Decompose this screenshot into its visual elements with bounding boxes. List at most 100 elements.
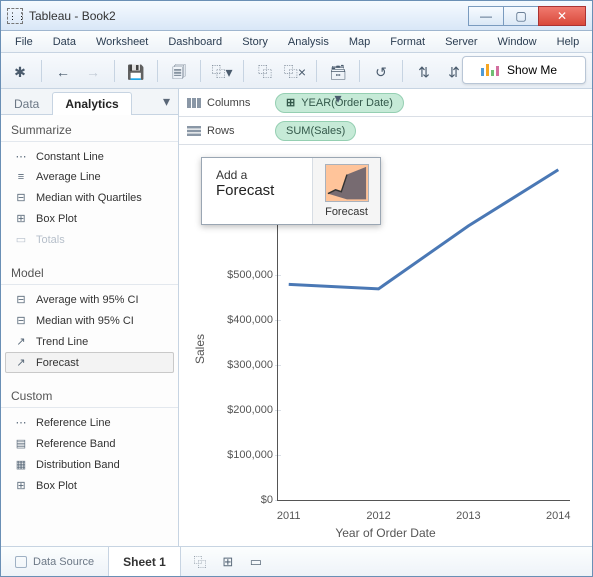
rows-shelf[interactable]: Rows SUM(Sales)	[179, 117, 592, 145]
tab-data[interactable]: Data	[1, 92, 52, 115]
average-line-icon: ≡	[14, 171, 28, 183]
clear-sheet-button[interactable]: ⿻×	[282, 58, 308, 84]
label: Reference Band	[36, 438, 116, 450]
menu-story[interactable]: Story	[234, 34, 276, 50]
x-tick: 2011	[277, 510, 301, 522]
new-tab-icons: ⿻ ⊞ ▭	[181, 547, 275, 576]
model-avg-95ci[interactable]: ⊟ Average with 95% CI	[5, 289, 174, 310]
label: Median with 95% CI	[36, 315, 134, 327]
y-tick: $200,000	[215, 404, 273, 416]
label: Average Line	[36, 171, 101, 183]
window-controls: — ▢ ✕	[469, 6, 586, 26]
bottom-bar: Data Source Sheet 1 ⿻ ⊞ ▭	[1, 546, 592, 576]
custom-reference-line[interactable]: ⋯Reference Line	[5, 412, 174, 433]
show-me-button[interactable]: Show Me	[462, 56, 586, 84]
toolbar: ✱ ← → 💾 🗐 ⿻▾ ⿻ ⿻× 🗃▾ ↺ ⇅ ⇵ Show Me	[1, 53, 592, 89]
show-me-label: Show Me	[507, 63, 557, 77]
columns-icon	[187, 98, 201, 108]
x-tick: 2014	[546, 510, 570, 522]
ref-band-icon: ▤	[14, 437, 28, 450]
menu-data[interactable]: Data	[45, 34, 84, 50]
new-worksheet-icon[interactable]: ⿻	[187, 552, 213, 571]
summarize-median-quartiles[interactable]: ⊟Median with Quartiles	[5, 187, 174, 208]
forward-button[interactable]: →	[80, 58, 106, 84]
avg-ci-icon: ⊟	[14, 293, 28, 306]
section-model: Model	[1, 258, 178, 285]
titlebar: ⋮⋮ Tableau - Book2 — ▢ ✕	[1, 1, 592, 31]
columns-shelf[interactable]: Columns ⊞YEAR(Order Date)	[179, 89, 592, 117]
section-summarize: Summarize	[1, 115, 178, 142]
menu-analysis[interactable]: Analysis	[280, 34, 337, 50]
rows-pill[interactable]: SUM(Sales)	[275, 121, 356, 141]
maximize-button[interactable]: ▢	[503, 6, 539, 26]
new-story-icon[interactable]: ▭	[243, 554, 269, 570]
x-tick: 2012	[366, 510, 390, 522]
menu-format[interactable]: Format	[382, 34, 433, 50]
menu-help[interactable]: Help	[549, 34, 588, 50]
label: Box Plot	[36, 480, 77, 492]
custom-reference-band[interactable]: ▤ Reference Band	[5, 433, 174, 454]
back-button[interactable]: ←	[50, 58, 76, 84]
menu-map[interactable]: Map	[341, 34, 378, 50]
summarize-box-plot[interactable]: ⊞ Box Plot	[5, 208, 174, 229]
show-me-icon	[481, 64, 499, 76]
label: Box Plot	[36, 213, 77, 225]
forecast-drop-tooltip[interactable]: Add a Forecast Forecast	[201, 157, 381, 225]
sort-asc-button[interactable]: ⇅	[411, 58, 437, 84]
model-forecast[interactable]: ↗ Forecast	[5, 352, 174, 373]
save-button[interactable]: 💾	[123, 58, 149, 84]
sheet-tab[interactable]: Sheet 1	[109, 547, 181, 576]
summarize-totals[interactable]: ▭ Totals	[5, 229, 174, 250]
menu-dashboard[interactable]: Dashboard	[160, 34, 230, 50]
columns-label: Columns	[187, 97, 265, 109]
menubar: File Data Worksheet Dashboard Story Anal…	[1, 31, 592, 53]
data-source-tab[interactable]: Data Source	[1, 547, 109, 576]
sidebar-dropdown[interactable]: ▾	[155, 89, 178, 114]
trend-icon: ↗	[14, 335, 28, 348]
pill-text: YEAR(Order Date)	[301, 97, 393, 109]
menu-window[interactable]: Window	[490, 34, 545, 50]
label: Forecast	[36, 357, 79, 369]
new-dashboard-icon[interactable]: ⊞	[215, 554, 241, 570]
undo-button[interactable]: ↺	[368, 58, 394, 84]
menu-server[interactable]: Server	[437, 34, 485, 50]
x-tick: 2013	[456, 510, 480, 522]
menu-file[interactable]: File	[7, 34, 41, 50]
tooltip-line1: Add a	[216, 168, 300, 182]
rows-label: Rows	[187, 125, 265, 137]
label: Totals	[36, 234, 65, 246]
swap-button[interactable]: 🗃▾	[325, 58, 351, 84]
new-worksheet-button[interactable]: ⿻▾	[209, 58, 235, 84]
sidebar: Data Analytics ▾ Summarize ⋯ Constant Lin…	[1, 89, 179, 546]
data-source-label: Data Source	[33, 556, 94, 568]
new-data-source-button[interactable]: 🗐	[166, 58, 192, 84]
y-tick: $0	[215, 494, 273, 506]
y-tick: $100,000	[215, 449, 273, 461]
forecast-drop-target[interactable]: Forecast	[312, 158, 380, 224]
constant-line-icon: ⋯	[14, 150, 28, 163]
tab-analytics[interactable]: Analytics	[52, 92, 131, 115]
box-plot-icon: ⊞	[14, 212, 28, 225]
close-button[interactable]: ✕	[538, 6, 586, 26]
app-icon: ⋮⋮	[7, 8, 23, 24]
summarize-average-line[interactable]: ≡ Average Line	[5, 167, 174, 187]
totals-icon: ▭	[14, 233, 28, 246]
rows-icon	[187, 126, 201, 136]
duplicate-button[interactable]: ⿻	[252, 58, 278, 84]
menu-worksheet[interactable]: Worksheet	[88, 34, 156, 50]
forecast-icon: ↗	[14, 356, 28, 369]
minimize-button[interactable]: —	[468, 6, 504, 26]
label: Distribution Band	[36, 459, 120, 471]
summarize-constant-line[interactable]: ⋯ Constant Line	[5, 146, 174, 167]
custom-distribution-band[interactable]: ▦Distribution Band	[5, 454, 174, 475]
x-axis-label: Year of Order Date	[335, 526, 435, 540]
model-median-95ci[interactable]: ⊟Median with 95% CI	[5, 310, 174, 331]
label: Constant Line	[36, 151, 104, 163]
model-trend-line[interactable]: ↗ Trend Line	[5, 331, 174, 352]
label: Average with 95% CI	[36, 294, 139, 306]
tableau-logo-icon[interactable]: ✱	[7, 58, 33, 84]
label: Reference Line	[36, 417, 111, 429]
label: Trend Line	[36, 336, 88, 348]
custom-box-plot[interactable]: ⊞Box Plot	[5, 475, 174, 496]
chart-area[interactable]: Add a Forecast Forecast Sales Year of Or…	[179, 145, 592, 546]
